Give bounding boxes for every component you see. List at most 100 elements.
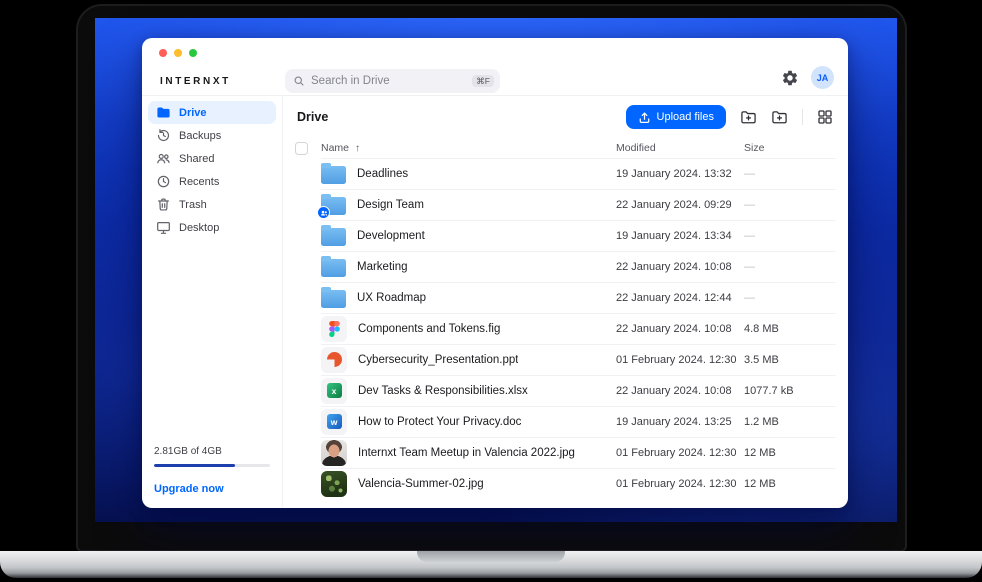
sidebar: Drive BackupsSharedRecentsTrashDesktop 2.… [142,96,283,507]
file-name-cell: Components and Tokens.fig [315,316,616,342]
gear-icon[interactable] [781,69,799,87]
sidebar-item-desktop[interactable]: Desktop [148,216,276,239]
upload-folder-icon [740,109,757,126]
laptop-notch [417,551,565,562]
file-modified: 01 February 2024. 12:30 [616,478,744,490]
column-header-size[interactable]: Size [744,142,832,154]
sidebar-item-backups[interactable]: Backups [148,124,276,147]
file-table-body: Deadlines19 January 2024. 13:32—Design T… [283,158,848,507]
file-row[interactable]: w How to Protect Your Privacy.doc 19 Janua… [283,406,848,437]
minimize-button[interactable] [174,49,182,57]
storage-progress-bar [154,464,270,467]
file-size: 4.8 MB [744,323,832,335]
file-name: Marketing [357,261,408,273]
file-name-cell: w How to Protect Your Privacy.doc [315,409,616,435]
file-size: — [744,230,832,242]
file-modified: 22 January 2024. 10:08 [616,261,744,273]
toolbar: Drive Upload files [283,96,848,138]
file-row[interactable]: Components and Tokens.fig22 January 2024… [283,313,848,344]
file-row[interactable]: UX Roadmap22 January 2024. 12:44— [283,282,848,313]
laptop-mockup: INTERNXT Search in Drive ⌘F JA Drive Back… [0,0,982,582]
file-name: Design Team [357,199,424,211]
grid-view-button[interactable] [817,109,834,126]
toolbar-divider [802,109,803,125]
laptop-base [0,551,982,578]
window-body: Drive BackupsSharedRecentsTrashDesktop 2.… [142,96,848,507]
main-panel: Drive Upload files [283,96,848,507]
folder-icon [321,259,346,277]
upload-files-label: Upload files [657,111,714,123]
upload-folder-button[interactable] [740,109,757,126]
avatar[interactable]: JA [811,66,834,89]
file-size: — [744,292,832,304]
storage-usage-label: 2.81GB of 4GB [154,446,270,457]
file-size: 1.2 MB [744,416,832,428]
file-row[interactable]: Development19 January 2024. 13:34— [283,220,848,251]
brand-logo: INTERNXT [160,76,231,87]
file-name-cell: xDev Tasks & Responsibilities.xlsx [315,378,616,404]
search-placeholder: Search in Drive [311,75,472,87]
file-size: 12 MB [744,478,832,490]
sidebar-nav: Drive BackupsSharedRecentsTrashDesktop [142,101,282,239]
shared-folder-icon [321,197,346,215]
file-name: Dev Tasks & Responsibilities.xlsx [358,385,528,397]
sidebar-item-trash[interactable]: Trash [148,193,276,216]
folder-icon [321,290,346,308]
folder-icon [321,166,346,184]
sidebar-item-label: Drive [179,107,207,119]
app-window: INTERNXT Search in Drive ⌘F JA Drive Back… [142,38,848,508]
file-name-cell: Internxt Team Meetup in Valencia 2022.jp… [315,440,616,466]
file-row[interactable]: Design Team 22 January 2024. 09:29— [283,189,848,220]
file-name: Cybersecurity_Presentation.ppt [358,354,518,366]
window-header: INTERNXT Search in Drive ⌘F JA [142,38,848,96]
file-modified: 01 February 2024. 12:30 [616,447,744,459]
close-button[interactable] [159,49,167,57]
file-modified: 19 January 2024. 13:25 [616,416,744,428]
file-modified: 22 January 2024. 09:29 [616,199,744,211]
upload-files-button[interactable]: Upload files [626,105,726,129]
traffic-lights [159,49,197,57]
photo-thumbnail [321,440,347,466]
file-row[interactable]: Marketing22 January 2024. 10:08— [283,251,848,282]
file-name-cell: UX Roadmap [315,287,616,308]
photo-thumbnail [321,471,347,497]
file-name: Development [357,230,425,242]
sidebar-item-shared[interactable]: Shared [148,147,276,170]
sidebar-item-drive[interactable]: Drive [148,101,276,124]
word-file-icon: w [321,409,347,435]
create-folder-button[interactable] [771,109,788,126]
sidebar-item-recents[interactable]: Recents [148,170,276,193]
column-header-name[interactable]: Name ↑ [315,142,616,154]
file-name: How to Protect Your Privacy.doc [358,416,521,428]
file-name-cell: Marketing [315,256,616,277]
header-actions: JA [781,66,834,89]
history-icon [156,128,171,143]
search-icon [293,75,305,87]
file-name-cell: Deadlines [315,163,616,184]
create-folder-icon [771,109,788,126]
file-row[interactable]: Deadlines19 January 2024. 13:32— [283,158,848,189]
file-row[interactable]: Internxt Team Meetup in Valencia 2022.jp… [283,437,848,468]
upgrade-link[interactable]: Upgrade now [154,483,270,495]
file-row[interactable]: Cybersecurity_Presentation.ppt 01 Februar… [283,344,848,375]
desktop-icon [156,220,171,235]
file-size: — [744,199,832,211]
column-header-modified[interactable]: Modified [616,142,744,154]
storage-section: 2.81GB of 4GB Upgrade now [142,446,282,495]
file-row[interactable]: xDev Tasks & Responsibilities.xlsx22 Jan… [283,375,848,406]
file-name-cell: Cybersecurity_Presentation.ppt [315,347,616,373]
clock-icon [156,174,171,189]
file-modified: 01 February 2024. 12:30 [616,354,744,366]
file-size: 1077.7 kB [744,385,832,397]
tray-arrow-up-icon [638,111,651,124]
select-all-checkbox[interactable] [295,142,308,155]
file-modified: 22 January 2024. 10:08 [616,385,744,397]
zoom-button[interactable] [189,49,197,57]
table-header: Name ↑ Modified Size [283,138,848,158]
file-row[interactable]: Valencia-Summer-02.jpg01 February 2024. … [283,468,848,499]
search-input[interactable]: Search in Drive ⌘F [285,69,500,93]
people-icon [156,151,171,166]
figma-file-icon [321,316,347,342]
page-title: Drive [297,110,328,124]
file-modified: 22 January 2024. 12:44 [616,292,744,304]
